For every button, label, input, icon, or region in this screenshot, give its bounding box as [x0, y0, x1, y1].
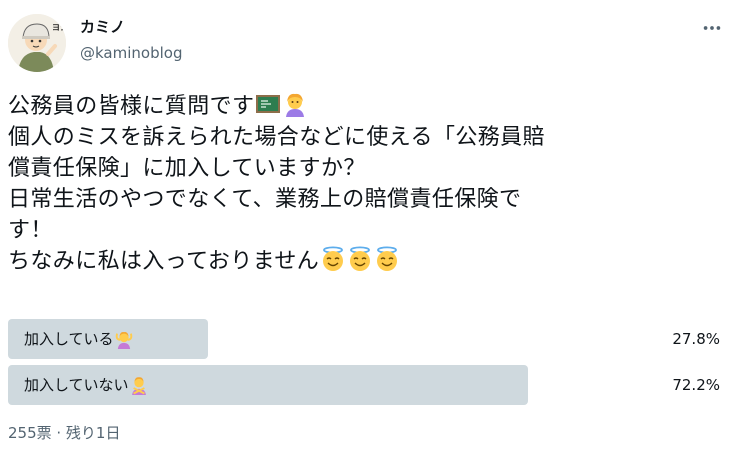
tweet-line: 償責任保険」に加入していますか？ — [8, 153, 726, 184]
tweet-line: 個人のミスを訴えられた場合などに使える「公務員賠 — [8, 122, 726, 153]
person-gesturing-ok-icon — [114, 329, 134, 349]
more-horizontal-icon — [703, 26, 721, 30]
poll-option-percent: 27.8% — [672, 330, 720, 348]
avatar-badge: ヨシ! — [52, 23, 66, 32]
tweet-line-text: す！ — [8, 218, 53, 243]
teacher-emoji-icon — [282, 91, 308, 117]
tweet-line-text: 個人のミスを訴えられた場合などに使える「公務員賠 — [8, 125, 545, 150]
tweet-line: す！ — [8, 215, 726, 246]
tweet-line-text: ちなみに私は入っておりません — [8, 249, 320, 274]
tweet-text: 公務員の皆様に質問です 個人のミスを訴えられた場合などに使える「公務員賠 償責任… — [8, 91, 726, 277]
tweet-line: 日常生活のやつでなくて、業務上の賠償責任保険で — [8, 184, 726, 215]
halo-smile-emoji-icon — [347, 246, 373, 272]
halo-smile-emoji-icon — [374, 246, 400, 272]
chalkboard-emoji-icon — [255, 91, 281, 117]
poll-footer: 255票 · 残り1日 — [8, 424, 121, 442]
tweet-line-text: 償責任保険」に加入していますか？ — [8, 156, 366, 181]
poll-option[interactable]: 加入している 27.8% — [8, 319, 728, 359]
more-options-button[interactable] — [700, 16, 724, 40]
person-gesturing-no-icon — [129, 375, 149, 395]
author-name[interactable]: カミノ — [80, 16, 125, 37]
author-handle[interactable]: @kaminoblog — [80, 44, 182, 62]
tweet-line: 公務員の皆様に質問です — [8, 91, 726, 122]
tweet-line: ちなみに私は入っておりません — [8, 246, 726, 277]
tweet-line-text: 日常生活のやつでなくて、業務上の賠償責任保険で — [8, 187, 522, 212]
poll-option-percent: 72.2% — [672, 376, 720, 394]
poll-option-label: 加入していない — [24, 365, 149, 405]
poll-option-label: 加入している — [24, 319, 134, 359]
avatar-illustration: ヨシ! — [8, 14, 66, 72]
halo-smile-emoji-icon — [320, 246, 346, 272]
tweet-line-text: 公務員の皆様に質問です — [8, 94, 255, 119]
poll-option[interactable]: 加入していない 72.2% — [8, 365, 728, 405]
avatar[interactable]: ヨシ! — [8, 14, 66, 72]
